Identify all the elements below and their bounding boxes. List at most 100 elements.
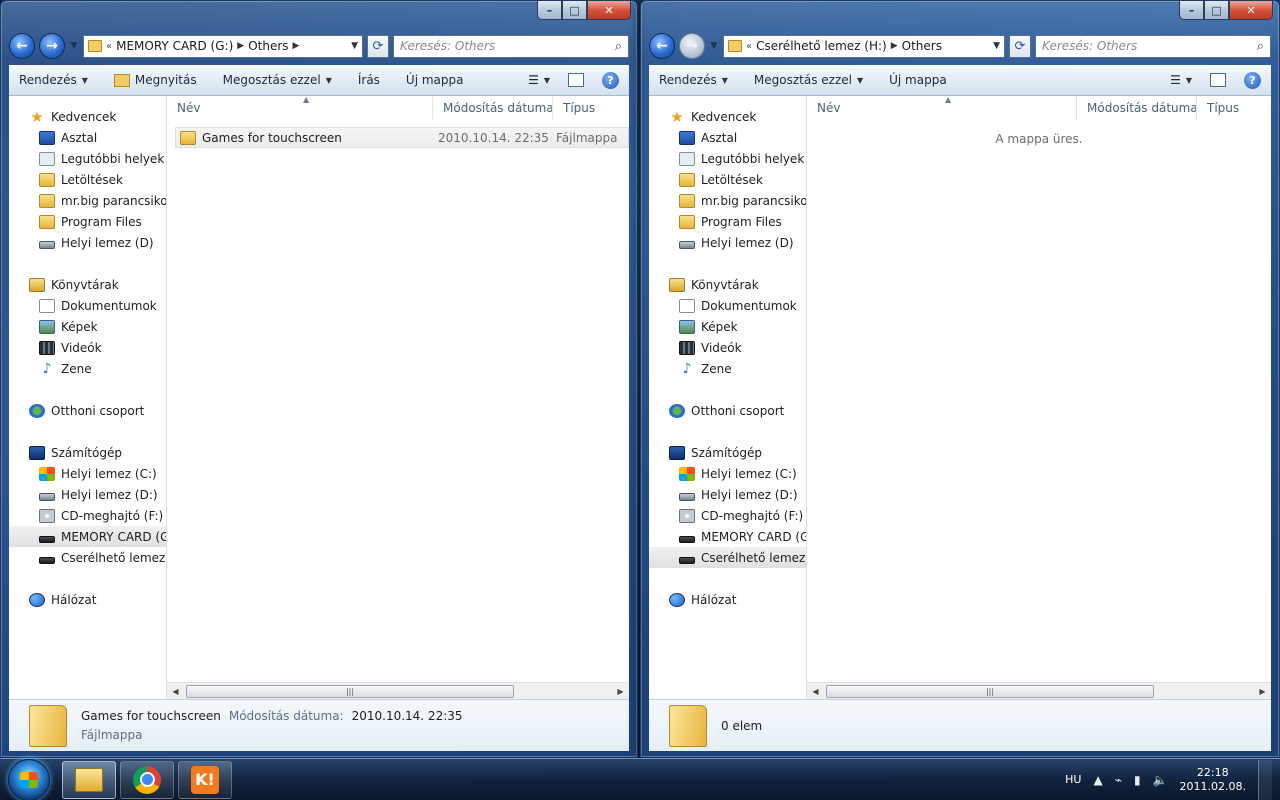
breadcrumb-drive[interactable]: Cserélhető lemez (H:): [756, 39, 887, 53]
nav-computer[interactable]: Számítógép: [649, 442, 806, 463]
preview-pane-icon[interactable]: [1210, 73, 1226, 87]
forward-button[interactable]: →: [39, 33, 65, 59]
search-input[interactable]: Keresés: Others ⌕: [393, 34, 629, 58]
share-button[interactable]: Megosztás ezzel ▼: [223, 73, 332, 87]
nav-libraries[interactable]: Könyvtárak: [649, 274, 806, 295]
nav-item-local-disk-d2[interactable]: Helyi lemez (D:): [9, 484, 166, 505]
breadcrumb-folder[interactable]: Others: [248, 39, 288, 53]
refresh-button[interactable]: ⟳: [367, 34, 389, 58]
nav-item-cd-drive[interactable]: CD-meghajtó (F:): [649, 505, 806, 526]
power-plug-icon[interactable]: ⌁: [1115, 773, 1122, 787]
nav-homegroup[interactable]: Otthoni csoport: [649, 400, 806, 421]
scroll-left-icon[interactable]: ◀: [807, 687, 824, 696]
nav-item-removable-disk[interactable]: Cserélhető lemez (H:): [9, 547, 166, 568]
nav-item-local-disk-d[interactable]: Helyi lemez (D): [649, 232, 806, 253]
horizontal-scrollbar[interactable]: ◀ ||| ▶: [807, 682, 1271, 699]
open-button[interactable]: Megnyitás: [113, 73, 197, 87]
maximize-button[interactable]: □: [562, 1, 587, 20]
scroll-track[interactable]: |||: [184, 684, 612, 698]
nav-item-memory-card[interactable]: MEMORY CARD (G:): [649, 526, 806, 547]
nav-item-desktop[interactable]: Asztal: [9, 127, 166, 148]
nav-libraries[interactable]: Könyvtárak: [9, 274, 166, 295]
taskbar-explorer[interactable]: [62, 760, 116, 799]
nav-item-videos[interactable]: Videók: [649, 337, 806, 358]
start-button[interactable]: [8, 758, 50, 800]
language-indicator[interactable]: HU: [1065, 773, 1081, 786]
nav-favorites[interactable]: ★ Kedvencek: [9, 106, 166, 127]
nav-item-shortcut[interactable]: mr.big parancsikonja: [9, 190, 166, 211]
nav-item-documents[interactable]: Dokumentumok: [9, 295, 166, 316]
address-bar[interactable]: « MEMORY CARD (G:) ▶ Others ▶ ▼: [83, 34, 363, 58]
scroll-right-icon[interactable]: ▶: [1254, 687, 1271, 696]
nav-item-shortcut[interactable]: mr.big parancsikonja: [649, 190, 806, 211]
nav-item-memory-card[interactable]: MEMORY CARD (G:): [9, 526, 166, 547]
preview-pane-icon[interactable]: [568, 73, 584, 87]
maximize-button[interactable]: □: [1204, 1, 1229, 20]
nav-item-removable-disk[interactable]: Cserélhető lemez (H:): [649, 547, 806, 568]
nav-item-local-disk-d2[interactable]: Helyi lemez (D:): [649, 484, 806, 505]
burn-button[interactable]: Írás: [358, 73, 380, 87]
file-row[interactable]: Games for touchscreen 2010.10.14. 22:35 …: [175, 127, 629, 148]
column-type[interactable]: Típus: [1197, 96, 1271, 120]
nav-item-music[interactable]: ♪ Zene: [649, 358, 806, 379]
address-dropdown-icon[interactable]: ▼: [993, 41, 1000, 51]
forward-button[interactable]: →: [679, 33, 705, 59]
breadcrumb-drive[interactable]: MEMORY CARD (G:): [116, 39, 233, 53]
nav-network[interactable]: Hálózat: [9, 589, 166, 610]
minimize-button[interactable]: –: [1179, 1, 1204, 20]
nav-item-program-files[interactable]: Program Files: [649, 211, 806, 232]
nav-item-downloads[interactable]: Letöltések: [9, 169, 166, 190]
scroll-thumb[interactable]: |||: [186, 684, 514, 698]
nav-item-desktop[interactable]: Asztal: [649, 127, 806, 148]
volume-icon[interactable]: 🔈: [1153, 773, 1168, 787]
nav-computer[interactable]: Számítógép: [9, 442, 166, 463]
column-name[interactable]: Név: [807, 95, 1077, 120]
nav-item-local-disk-c[interactable]: Helyi lemez (C:): [9, 463, 166, 484]
minimize-button[interactable]: –: [537, 1, 562, 20]
change-view-button[interactable]: ☰ ▼: [528, 73, 550, 87]
overflow-chevron-icon[interactable]: «: [106, 41, 112, 52]
nav-item-music[interactable]: ♪ Zene: [9, 358, 166, 379]
clock[interactable]: 22:18 2011.02.08.: [1180, 766, 1246, 794]
breadcrumb-separator-icon[interactable]: ▶: [237, 41, 244, 51]
nav-item-documents[interactable]: Dokumentumok: [649, 295, 806, 316]
new-folder-button[interactable]: Új mappa: [406, 73, 464, 87]
back-button[interactable]: ←: [649, 33, 675, 59]
scroll-left-icon[interactable]: ◀: [167, 687, 184, 696]
taskbar-chrome[interactable]: [120, 760, 174, 799]
breadcrumb-separator-icon[interactable]: ▶: [891, 41, 898, 51]
nav-item-recent-places[interactable]: Legutóbbi helyek: [9, 148, 166, 169]
nav-item-videos[interactable]: Videók: [9, 337, 166, 358]
search-icon[interactable]: ⌕: [615, 39, 622, 54]
close-button[interactable]: ✕: [587, 1, 631, 20]
search-input[interactable]: Keresés: Others ⌕: [1035, 34, 1271, 58]
horizontal-scrollbar[interactable]: ◀ ||| ▶: [167, 682, 629, 699]
scroll-thumb[interactable]: |||: [826, 684, 1154, 698]
nav-favorites[interactable]: ★ Kedvencek: [649, 106, 806, 127]
column-date[interactable]: Módosítás dátuma: [433, 95, 553, 120]
help-icon[interactable]: ?: [1244, 71, 1261, 89]
scroll-right-icon[interactable]: ▶: [612, 687, 629, 696]
organize-button[interactable]: Rendezés ▼: [19, 73, 88, 87]
overflow-chevron-icon[interactable]: «: [746, 41, 752, 52]
help-icon[interactable]: ?: [602, 71, 619, 89]
column-name[interactable]: Név: [167, 95, 433, 120]
back-button[interactable]: ←: [9, 33, 35, 59]
breadcrumb-folder[interactable]: Others: [902, 39, 942, 53]
show-hidden-icons-icon[interactable]: ▲: [1093, 773, 1102, 787]
nav-item-recent-places[interactable]: Legutóbbi helyek: [649, 148, 806, 169]
breadcrumb-separator-icon[interactable]: ▶: [293, 41, 300, 51]
nav-item-pictures[interactable]: Képek: [9, 316, 166, 337]
address-bar[interactable]: « Cserélhető lemez (H:) ▶ Others ▼: [723, 34, 1005, 58]
nav-item-local-disk-c[interactable]: Helyi lemez (C:): [649, 463, 806, 484]
close-button[interactable]: ✕: [1229, 1, 1273, 20]
organize-button[interactable]: Rendezés ▼: [659, 73, 728, 87]
change-view-button[interactable]: ☰ ▼: [1170, 73, 1192, 87]
nav-item-cd-drive[interactable]: CD-meghajtó (F:): [9, 505, 166, 526]
search-icon[interactable]: ⌕: [1257, 39, 1264, 54]
nav-homegroup[interactable]: Otthoni csoport: [9, 400, 166, 421]
address-dropdown-icon[interactable]: ▼: [351, 41, 358, 51]
share-button[interactable]: Megosztás ezzel ▼: [754, 73, 863, 87]
nav-item-pictures[interactable]: Képek: [649, 316, 806, 337]
column-type[interactable]: Típus: [553, 96, 629, 120]
